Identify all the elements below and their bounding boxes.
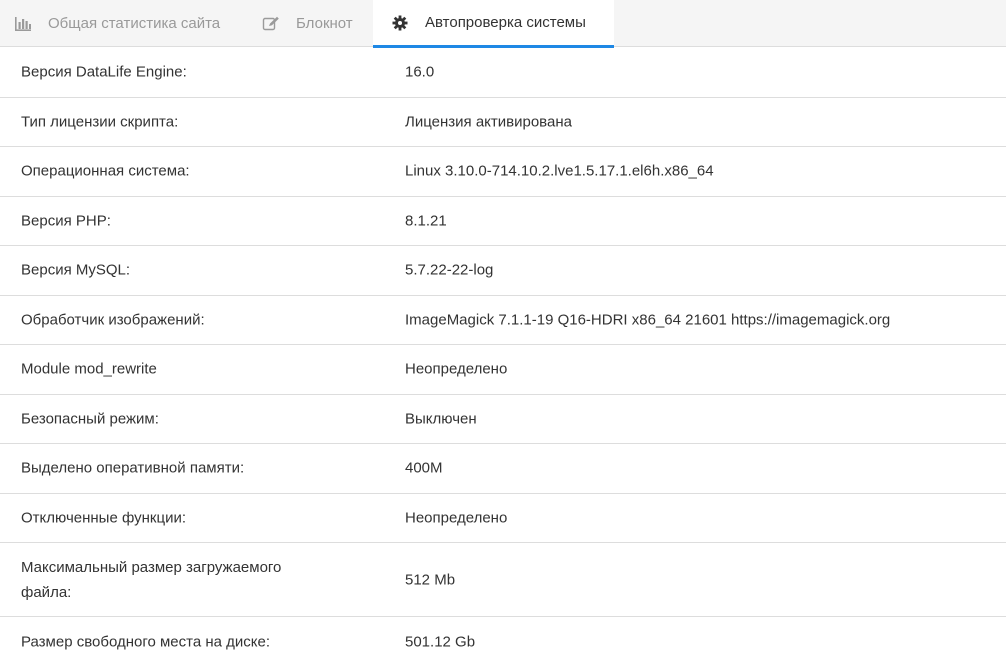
row-label: Безопасный режим: bbox=[21, 410, 159, 428]
tab-notepad[interactable]: Блокнот bbox=[262, 0, 353, 47]
row-value: Неопределено bbox=[405, 360, 508, 378]
row-value: 512 Mb bbox=[405, 571, 456, 588]
table-row: Версия MySQL: 5.7.22-22-log bbox=[0, 246, 1006, 296]
row-value: 16.0 bbox=[405, 63, 435, 81]
tab-system-check[interactable]: Автопроверка системы bbox=[373, 0, 614, 48]
tab-bar: Общая статистика сайта Блокнот Автопрове… bbox=[0, 0, 1006, 48]
row-label: Выделено оперативной памяти: bbox=[21, 459, 245, 477]
row-label: Максимальный размер загружаемого файла: bbox=[21, 558, 282, 601]
tab-site-statistics[interactable]: Общая статистика сайта bbox=[14, 0, 220, 47]
tab-label: Автопроверка системы bbox=[425, 14, 586, 31]
table-row: Тип лицензии скрипта: Лицензия активиров… bbox=[0, 98, 1006, 147]
table-row: Безопасный режим: Выключен bbox=[0, 395, 1006, 444]
row-value: Неопределено bbox=[405, 509, 508, 527]
row-label: Операционная система: bbox=[21, 162, 190, 180]
table-row: Операционная система: Linux 3.10.0-714.1… bbox=[0, 147, 1006, 197]
row-label: Версия PHP: bbox=[21, 212, 111, 230]
table-row: Версия DataLife Engine: 16.0 bbox=[0, 48, 1006, 98]
system-info-table: Версия DataLife Engine: 16.0 Тип лицензи… bbox=[0, 48, 1006, 667]
row-value: ImageMagick 7.1.1-19 Q16-HDRI x86_64 216… bbox=[405, 311, 891, 329]
table-row: Обработчик изображений: ImageMagick 7.1.… bbox=[0, 296, 1006, 345]
row-label: Тип лицензии скрипта: bbox=[21, 113, 179, 131]
tab-label: Общая статистика сайта bbox=[48, 15, 221, 32]
table-row: Отключенные функции: Неопределено bbox=[0, 494, 1006, 543]
table-row: Выделено оперативной памяти: 400M bbox=[0, 444, 1006, 494]
table-row: Версия PHP: 8.1.21 bbox=[0, 197, 1006, 246]
row-label: Версия MySQL: bbox=[21, 261, 131, 279]
row-label: Обработчик изображений: bbox=[21, 311, 205, 329]
row-value: 501.12 Gb bbox=[405, 633, 476, 651]
table-row: Module mod_rewrite Неопределено bbox=[0, 345, 1006, 395]
gear-icon bbox=[391, 14, 409, 32]
row-value: 400M bbox=[405, 459, 443, 477]
edit-icon bbox=[262, 15, 280, 33]
row-label: Размер свободного места на диске: bbox=[21, 633, 271, 651]
bar-chart-icon bbox=[14, 15, 32, 33]
row-label: Module mod_rewrite bbox=[21, 360, 157, 378]
row-value: 5.7.22-22-log bbox=[405, 261, 494, 279]
row-value: Linux 3.10.0-714.10.2.lve1.5.17.1.el6h.x… bbox=[405, 162, 714, 180]
row-label: Отключенные функции: bbox=[21, 509, 186, 527]
table-row: Размер свободного места на диске: 501.12… bbox=[0, 617, 1006, 667]
row-value: Выключен bbox=[405, 410, 477, 428]
row-label: Версия DataLife Engine: bbox=[21, 63, 187, 81]
row-value: Лицензия активирована bbox=[405, 113, 572, 131]
table-row: Максимальный размер загружаемого файла: … bbox=[0, 543, 1006, 617]
tab-label: Блокнот bbox=[296, 15, 353, 32]
row-value: 8.1.21 bbox=[405, 212, 447, 230]
